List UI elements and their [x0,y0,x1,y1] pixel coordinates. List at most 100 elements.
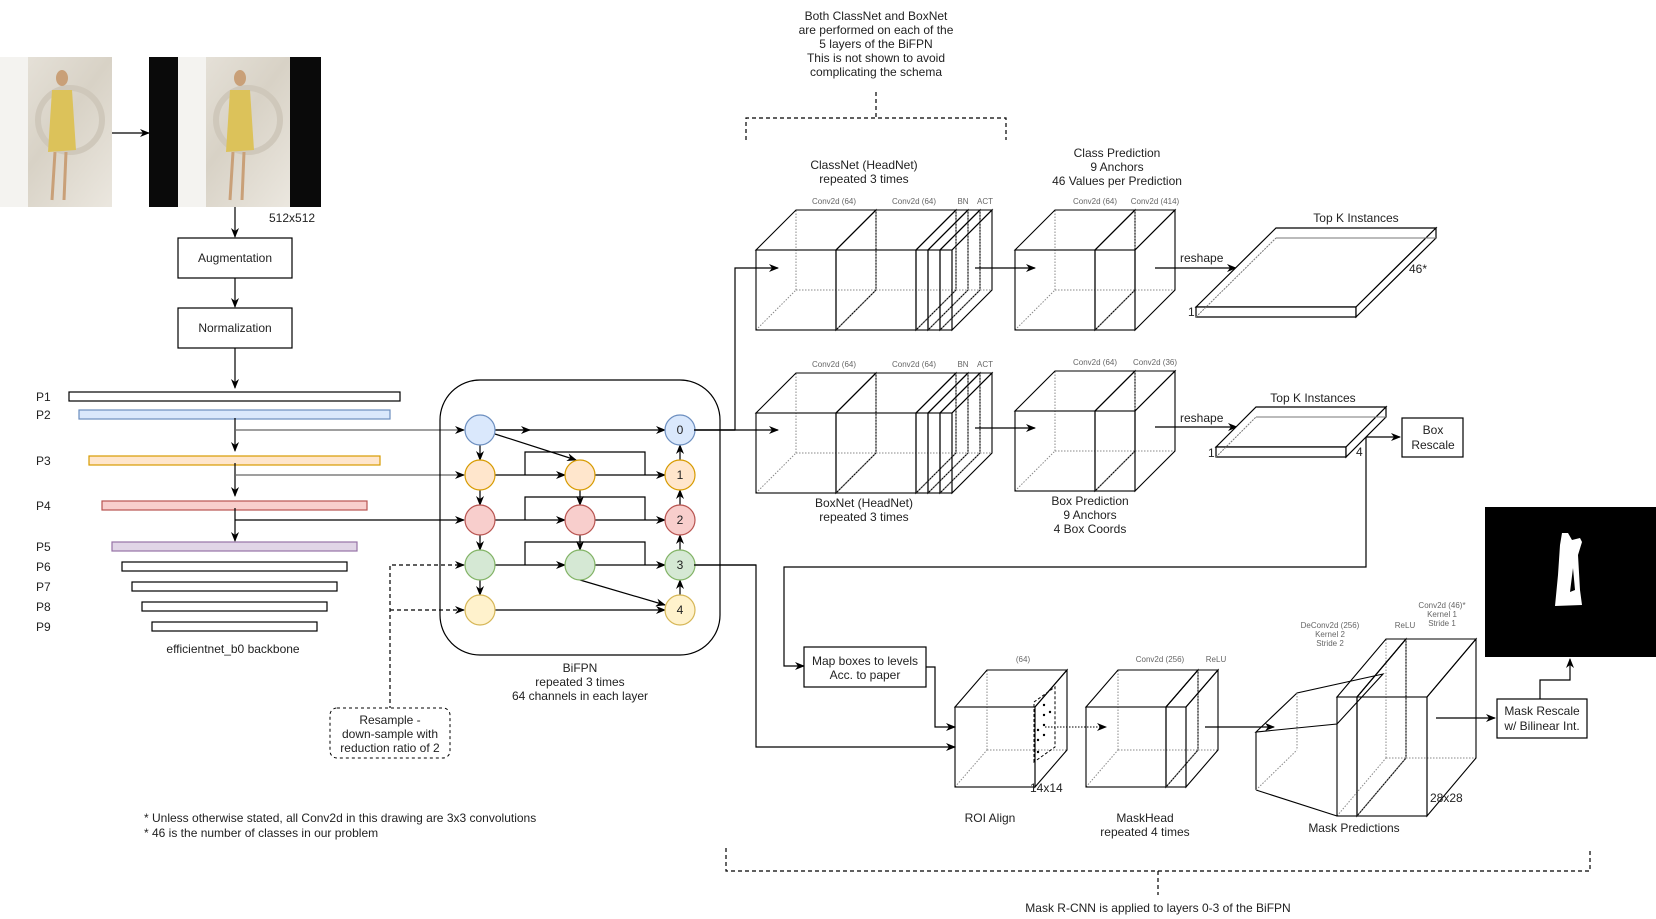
box-pred-title: Box Prediction [1051,494,1128,508]
bifpn-edge [579,579,666,607]
layer-label: BN [957,197,968,206]
resample-line-6 [389,561,465,710]
map-boxes-line2: Acc. to paper [830,668,901,682]
mask-pred-title: Mask Predictions [1308,821,1399,835]
top-note-line5: complicating the schema [810,65,942,79]
classnet-subtitle: repeated 3 times [819,172,908,186]
boxnet-subtitle: repeated 3 times [819,510,908,524]
augmentation-box: Augmentation [177,237,293,279]
backbone-title: efficientnet_b0 backbone [166,642,300,656]
mask-rescale-box: Mask Rescale w/ Bilinear Int. [1496,698,1588,739]
backbone-level-label: P1 [36,390,51,404]
bifpn-node [464,459,496,491]
backbone-level-label: P9 [36,620,51,634]
final-conv-kernel: Kernel 1 [1427,610,1457,619]
bifpn-node [464,594,496,626]
bifpn-node [564,549,596,581]
classnet-title: ClassNet (HeadNet) [810,158,917,172]
layer-label: Conv2d (64) [892,360,936,369]
backbone-level-label: P6 [36,560,51,574]
maskhead-cube [1084,668,1220,789]
top-note-line4: This is not shown to avoid [807,51,945,65]
augmentation-label: Augmentation [198,251,272,265]
boxnet-title: BoxNet (HeadNet) [815,496,913,510]
bifpn-node [464,549,496,581]
layer-label: Conv2d (64) [892,197,936,206]
bifpn-node [464,504,496,536]
backbone-level-p9 [151,621,318,632]
backbone-level-p1 [68,391,401,402]
layer-label: Conv2d (64) [812,197,856,206]
bifpn-repeat: repeated 3 times [535,675,624,689]
resample-note: Resample - down-sample with reduction ra… [329,707,451,759]
resample-line2: down-sample with [342,727,438,741]
normalization-label: Normalization [198,321,271,335]
backbone-level-label: P8 [36,600,51,614]
arrow-to-mask-output [1539,658,1574,699]
classnet-stack [754,208,994,332]
roi-size-label: 14x14 [1030,781,1063,795]
roi-align-cube [953,668,1069,789]
class-pred-anchors: 9 Anchors [1090,160,1143,174]
class-topk-slab [1194,226,1438,319]
box-pred-anchors: 9 Anchors [1063,508,1116,522]
bifpn-output-label: 0 [677,423,684,437]
backbone-level-label: P3 [36,454,51,468]
mask-rescale-line1: Mask Rescale [1504,704,1580,718]
class-pred-values: 46 Values per Prediction [1052,174,1182,188]
mask-rcnn-bracket [725,848,1591,895]
backbone-level-p2 [78,409,391,420]
box-topk-label: Top K Instances [1270,391,1355,405]
input-image-padded [149,57,321,207]
box-topk-dim-left: 1 [1208,446,1215,460]
layer-label: Conv2d (64) [1073,358,1117,367]
backbone-level-label: P5 [36,540,51,554]
bifpn-edges [476,426,756,614]
layer-label: ACT [977,360,993,369]
bifpn-channels: 64 channels in each layer [512,689,648,703]
bifpn-output-label: 3 [677,558,684,572]
class-topk-dim-left: 1 [1188,305,1195,319]
top-note-line2: are performed on each of the [799,23,954,37]
box-prediction-stack [1013,369,1177,493]
bifpn-node [564,504,596,536]
box-reshape-label: reshape [1180,411,1224,425]
bifpn-output-label: 2 [677,513,684,527]
backbone-level-label: P4 [36,499,51,513]
maskhead-conv-label: Conv2d (256) [1136,655,1185,664]
top-note-line1: Both ClassNet and BoxNet [805,9,948,23]
deconv-kernel: Kernel 2 [1315,630,1345,639]
bifpn-node [464,414,496,446]
final-conv-label: Conv2d (46)* [1418,601,1465,610]
boxnet-stack [754,371,994,495]
roi-channels-label: (64) [1016,655,1031,664]
class-topk-dim-right: 46* [1409,262,1427,276]
layer-label: Conv2d (64) [1073,197,1117,206]
layer-label: Conv2d (414) [1131,197,1180,206]
class-prediction-stack [1013,208,1177,332]
box-topk-dim-right: 4 [1356,445,1363,459]
backbone-level-p5 [111,541,358,552]
backbone-pyramid: P1 P2 P3 P4 P5 P6 P7 P8 P9 [36,390,401,634]
box-pred-coords: 4 Box Coords [1054,522,1127,536]
layer-label: ACT [977,197,993,206]
top-note-line3: 5 layers of the BiFPN [819,37,932,51]
backbone-level-label: P2 [36,408,51,422]
backbone-level-p7 [131,581,338,592]
map-boxes-box: Map boxes to levels Acc. to paper [803,646,927,688]
footnote-2: * 46 is the number of classes in our pro… [144,826,378,840]
map-boxes-line1: Map boxes to levels [812,654,918,668]
arrow-map-to-roi [926,666,956,731]
backbone-level-label: P7 [36,580,51,594]
arrow-boxes-to-map [783,437,1367,670]
mask-relu-label: ReLU [1395,621,1416,630]
footnote-1: * Unless otherwise stated, all Conv2d in… [144,811,536,825]
bifpn-output-label: 4 [677,603,684,617]
layer-label: Conv2d (36) [1133,358,1177,367]
bifpn-edge [494,433,577,462]
input-size-label: 512x512 [269,211,315,225]
class-pred-title: Class Prediction [1074,146,1161,160]
layer-label: BN [957,360,968,369]
mask-rescale-line2: w/ Bilinear Int. [1503,719,1579,733]
resample-line3: reduction ratio of 2 [340,741,440,755]
